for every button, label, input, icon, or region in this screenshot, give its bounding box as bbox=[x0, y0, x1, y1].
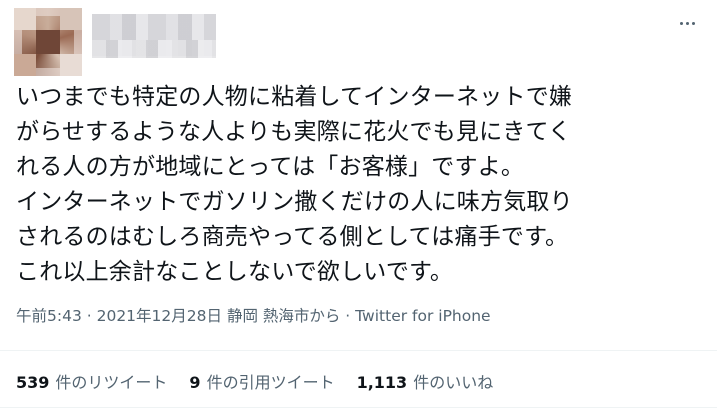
quotes-count: 9 bbox=[189, 373, 201, 392]
retweets-count: 539 bbox=[16, 373, 50, 392]
meta-separator: · bbox=[340, 307, 356, 325]
avatar-pixel bbox=[14, 8, 36, 30]
retweets-stat[interactable]: 539 件のリツイート bbox=[16, 369, 167, 393]
dot bbox=[691, 21, 695, 25]
avatar-pixel bbox=[60, 54, 82, 76]
dot bbox=[685, 21, 689, 25]
tweet-time[interactable]: 午前5:43 bbox=[16, 307, 82, 325]
tweet-source[interactable]: Twitter for iPhone bbox=[355, 307, 490, 325]
avatar-pixel bbox=[36, 30, 60, 54]
meta-separator: · bbox=[81, 307, 97, 325]
avatar-pixel bbox=[14, 54, 36, 76]
likes-count: 1,113 bbox=[356, 373, 408, 392]
avatar[interactable] bbox=[14, 8, 82, 76]
quotes-label: 件の引用ツイート bbox=[206, 373, 335, 392]
tweet-card: いつまでも特定の人物に粘着してインターネットで嫌 がらせするような人よりも実際に… bbox=[0, 0, 717, 412]
more-horizontal-icon[interactable] bbox=[676, 12, 698, 34]
tweet-stats: 539 件のリツイート 9 件の引用ツイート 1,113 件のいいね bbox=[16, 369, 515, 393]
tweet-meta: 午前5:43 · 2021年12月28日 静岡 熱海市から · Twitter … bbox=[16, 304, 491, 326]
avatar-pixel bbox=[60, 8, 82, 30]
dot bbox=[679, 21, 683, 25]
quotes-stat[interactable]: 9 件の引用ツイート bbox=[189, 369, 334, 393]
tweet-location[interactable]: 静岡 熱海市から bbox=[227, 307, 340, 325]
divider bbox=[0, 407, 717, 408]
username-blurred[interactable] bbox=[92, 40, 216, 58]
likes-stat[interactable]: 1,113 件のいいね bbox=[357, 369, 494, 393]
tweet-date[interactable]: 2021年12月28日 bbox=[97, 307, 222, 325]
tweet-text: いつまでも特定の人物に粘着してインターネットで嫌 がらせするような人よりも実際に… bbox=[16, 84, 573, 285]
retweets-label: 件のリツイート bbox=[55, 373, 168, 392]
divider bbox=[0, 350, 717, 351]
likes-label: 件のいいね bbox=[413, 373, 494, 392]
